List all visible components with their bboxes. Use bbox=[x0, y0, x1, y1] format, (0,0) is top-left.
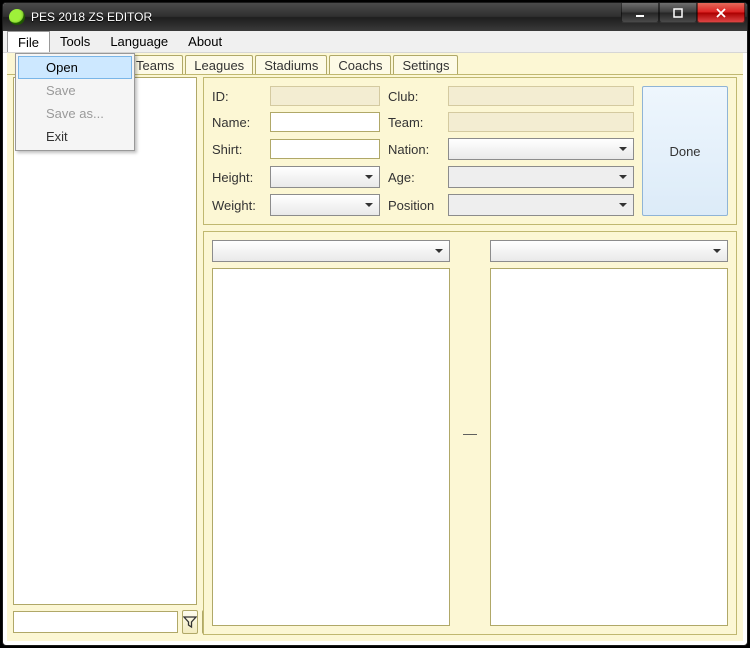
close-icon bbox=[715, 7, 727, 19]
label-age: Age: bbox=[388, 170, 440, 185]
label-team: Team: bbox=[388, 115, 440, 130]
file-exit[interactable]: Exit bbox=[18, 125, 132, 148]
file-open[interactable]: Open bbox=[18, 56, 132, 79]
position-combo[interactable] bbox=[448, 194, 634, 216]
label-position: Position bbox=[388, 198, 440, 213]
transfer-left-col bbox=[212, 240, 450, 626]
left-bottom-bar bbox=[13, 609, 197, 635]
right-list[interactable] bbox=[490, 268, 728, 626]
maximize-button[interactable] bbox=[659, 3, 697, 23]
menu-about[interactable]: About bbox=[178, 31, 232, 52]
body: ID: Club: Name: Team: Shirt: Nation: Hei… bbox=[13, 77, 737, 635]
right-column: ID: Club: Name: Team: Shirt: Nation: Hei… bbox=[203, 77, 737, 635]
done-button[interactable]: Done bbox=[642, 86, 728, 216]
file-dropdown: Open Save Save as... Exit bbox=[15, 53, 135, 151]
minimize-button[interactable] bbox=[621, 3, 659, 23]
menu-language[interactable]: Language bbox=[100, 31, 178, 52]
tab-stadiums[interactable]: Stadiums bbox=[255, 55, 327, 74]
team-field bbox=[448, 112, 634, 132]
tab-settings[interactable]: Settings bbox=[393, 55, 458, 74]
titlebar: PES 2018 ZS EDITOR bbox=[3, 3, 747, 31]
weight-combo[interactable] bbox=[270, 194, 380, 216]
left-column bbox=[13, 77, 197, 635]
close-button[interactable] bbox=[697, 3, 745, 23]
label-weight: Weight: bbox=[212, 198, 262, 213]
filter-button[interactable] bbox=[182, 610, 198, 634]
player-listbox[interactable] bbox=[13, 77, 197, 605]
tab-coachs[interactable]: Coachs bbox=[329, 55, 391, 74]
menu-file[interactable]: File bbox=[7, 31, 50, 52]
right-combo[interactable] bbox=[490, 240, 728, 262]
file-save[interactable]: Save bbox=[18, 79, 132, 102]
age-combo[interactable] bbox=[448, 166, 634, 188]
label-height: Height: bbox=[212, 170, 262, 185]
label-nation: Nation: bbox=[388, 142, 440, 157]
window-title: PES 2018 ZS EDITOR bbox=[31, 10, 152, 24]
window-buttons bbox=[621, 3, 745, 23]
name-input[interactable] bbox=[270, 112, 380, 132]
filter-input[interactable] bbox=[13, 611, 178, 633]
transfer-right-col bbox=[490, 240, 728, 626]
label-shirt: Shirt: bbox=[212, 142, 262, 157]
player-form-grid: ID: Club: Name: Team: Shirt: Nation: Hei… bbox=[212, 86, 634, 216]
height-combo[interactable] bbox=[270, 166, 380, 188]
transfer-divider: — bbox=[460, 240, 480, 626]
minimize-icon bbox=[634, 7, 646, 19]
maximize-icon bbox=[672, 7, 684, 19]
player-form-panel: ID: Club: Name: Team: Shirt: Nation: Hei… bbox=[203, 77, 737, 225]
file-save-as[interactable]: Save as... bbox=[18, 102, 132, 125]
done-button-label: Done bbox=[669, 144, 700, 159]
tab-leagues[interactable]: Leagues bbox=[185, 55, 253, 74]
funnel-icon bbox=[183, 615, 197, 629]
transfer-panel: — bbox=[203, 231, 737, 635]
left-list[interactable] bbox=[212, 268, 450, 626]
id-field bbox=[270, 86, 380, 106]
label-id: ID: bbox=[212, 89, 262, 104]
shirt-input[interactable] bbox=[270, 139, 380, 159]
transfer-dual: — bbox=[212, 240, 728, 626]
label-name: Name: bbox=[212, 115, 262, 130]
left-combo[interactable] bbox=[212, 240, 450, 262]
tab-teams[interactable]: Teams bbox=[127, 55, 183, 74]
app-icon bbox=[9, 9, 25, 25]
app-window: PES 2018 ZS EDITOR File Tools Language A… bbox=[2, 2, 748, 646]
label-club: Club: bbox=[388, 89, 440, 104]
club-field bbox=[448, 86, 634, 106]
menu-tools[interactable]: Tools bbox=[50, 31, 100, 52]
nation-combo[interactable] bbox=[448, 138, 634, 160]
menubar: File Tools Language About bbox=[3, 31, 747, 53]
